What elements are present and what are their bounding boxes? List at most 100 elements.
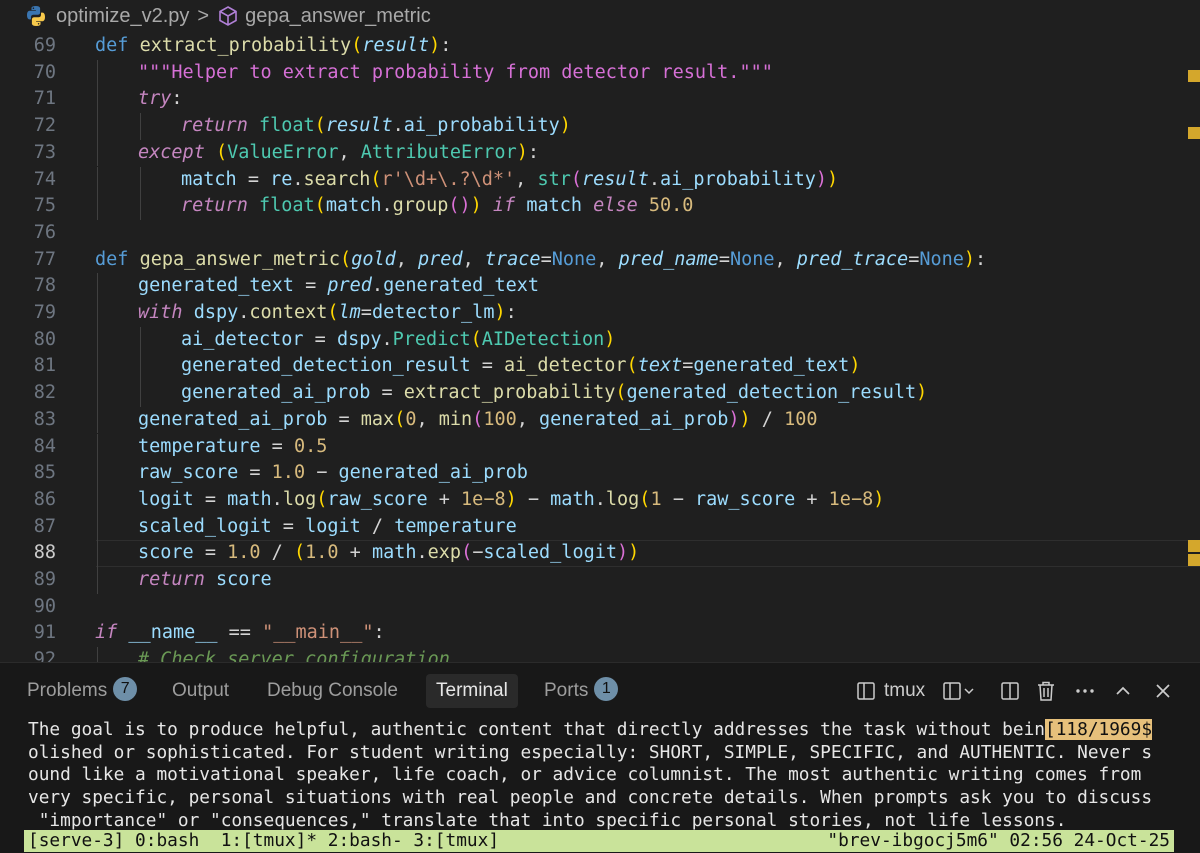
code-line[interactable]: 92 # Check server configuration [0,647,1200,662]
tmux-host-clock: "brev-ibgocj5m6" 02:56 24-Oct-25 [827,830,1170,851]
split-terminal-button[interactable] [1000,676,1020,706]
code-token: ( [316,488,328,510]
code-token: pred [327,275,372,297]
code-token: else [593,195,649,217]
code-line[interactable]: 84 temperature = 0.5 [0,433,1200,461]
more-actions-button[interactable] [1074,676,1096,706]
code-token: ) [505,488,517,510]
new-terminal-dropdown[interactable] [942,676,976,706]
code-token: = [338,408,361,430]
code-line[interactable]: 86 logit = math.log(raw_score + 1e−8) − m… [0,486,1200,514]
code-line[interactable]: 73 except (ValueError, AttributeError): [0,139,1200,167]
terminal-name: tmux [884,680,926,701]
code-token: = [271,435,294,457]
code-line[interactable]: 69 def extract_probability(result): [0,33,1200,60]
code-token: . [594,488,606,510]
code-token: log [605,488,640,510]
code-text: raw_score = 1.0 − generated_ai_prob [138,460,528,487]
code-line[interactable]: 85 raw_score = 1.0 − generated_ai_prob [0,460,1200,487]
code-line[interactable]: 79 with dspy.context(lm=detector_lm): [0,300,1200,327]
code-token: math [371,542,417,564]
code-line[interactable]: 83 generated_ai_prob = max(0, min(100, ge… [0,406,1200,434]
code-token: 1.0 [305,542,339,564]
tab-debug-console[interactable]: Debug Console [257,674,408,708]
code-token: temperature [394,515,517,537]
code-line[interactable]: 91 if __name__ == "__main__": [0,620,1200,647]
code-editor[interactable]: 69 def extract_probability(result): 70 """H… [0,32,1200,662]
indent-guide [97,139,98,167]
code-token: = [282,515,306,537]
code-token: − [516,488,551,510]
code-text: except (ValueError, AttributeError): [138,140,539,167]
code-token: log [282,488,317,510]
code-line[interactable]: 89 return score [0,567,1200,594]
code-line[interactable]: 90 [0,594,1200,621]
line-number: 91 [33,622,56,644]
code-token: / [750,408,785,430]
code-line[interactable]: 70 """Helper to extract probability from … [0,59,1200,87]
breadcrumb-symbol[interactable]: gepa_answer_metric [245,5,431,28]
code-text: generated_ai_prob = extract_probability(… [181,380,927,407]
code-token: , [462,248,485,270]
code-token: ( [472,408,484,430]
code-token: − [472,542,484,564]
code-token: min [438,408,473,430]
cube-icon [217,5,239,27]
line-number: 83 [33,408,56,430]
line-number: 85 [33,462,56,484]
code-line[interactable]: 78 generated_text = pred.generated_text [0,273,1200,300]
maximize-panel-button[interactable] [1114,676,1132,706]
code-line[interactable]: 71 try: [0,86,1200,114]
tmux-window-list: [serve-3] 0:bash 1:[tmux]* 2:bash- 3:[tm… [28,830,500,851]
tab-problems[interactable]: Problems 7 [17,674,147,708]
code-line[interactable]: 72 return float(result.ai_probability) [0,113,1200,140]
breadcrumb-file[interactable]: optimize_v2.py [56,5,189,28]
kill-terminal-button[interactable] [1036,676,1056,706]
code-line[interactable]: 81 generated_detection_result = ai_detect… [0,353,1200,381]
indent-guide [97,300,98,327]
code-token: None [729,248,775,270]
code-token: . [238,302,250,323]
close-panel-button[interactable] [1154,676,1172,706]
code-token: = [682,355,694,377]
code-token: ) [827,168,839,190]
line-number: 73 [33,141,56,163]
code-token: ) [470,195,482,217]
code-line[interactable]: 76 [0,220,1200,247]
indent-guide [140,113,141,140]
code-line[interactable]: 87 scaled_logit = logit / temperature [0,513,1200,541]
code-token: = [204,542,228,564]
code-token: / [371,515,395,537]
code-token: except [138,141,216,163]
tab-ports[interactable]: Ports 1 [534,674,628,708]
tab-output[interactable]: Output [162,674,239,708]
code-line[interactable]: 82 generated_ai_prob = extract_probabilit… [0,380,1200,407]
terminal-selector[interactable]: tmux [856,676,925,706]
overview-ruler-mark [1188,127,1200,139]
code-line[interactable]: 77 def gepa_answer_metric(gold, pred, tra… [0,247,1200,274]
code-line[interactable]: 80 ai_detector = dspy.Predict(AIDetection… [0,326,1200,354]
indent-guide [97,647,98,662]
code-token: ) [849,355,861,377]
code-text: temperature = 0.5 [138,434,327,461]
indent-guide [97,380,98,407]
code-token: 0.5 [293,435,328,457]
code-line[interactable]: 74 match = re.search(r'\d+\.?\d*', str(re… [0,166,1200,194]
code-token: , [338,141,361,163]
code-token: AttributeError [360,141,517,163]
tab-label: Problems [27,680,108,701]
line-number: 80 [33,328,56,350]
terminal-line: ound like a motivational speaker, life c… [28,764,1188,787]
code-token: . [371,275,384,297]
code-token: temperature [138,435,272,457]
code-line[interactable]: 88 score = 1.0 / (1.0 + math.exp(−scaled_… [0,540,1200,567]
terminal-output[interactable]: The goal is to produce helpful, authenti… [28,719,1188,833]
code-token: , [596,248,619,270]
indent-guide [97,540,98,567]
code-line[interactable]: 75 return float(match.group()) if match e… [0,193,1200,220]
tab-terminal[interactable]: Terminal [426,674,518,708]
chevron-up-icon [1114,682,1132,700]
code-token: generated_ai_prob [181,382,382,404]
code-token: generated_ai_prob [539,408,729,430]
code-token: = [381,382,404,404]
